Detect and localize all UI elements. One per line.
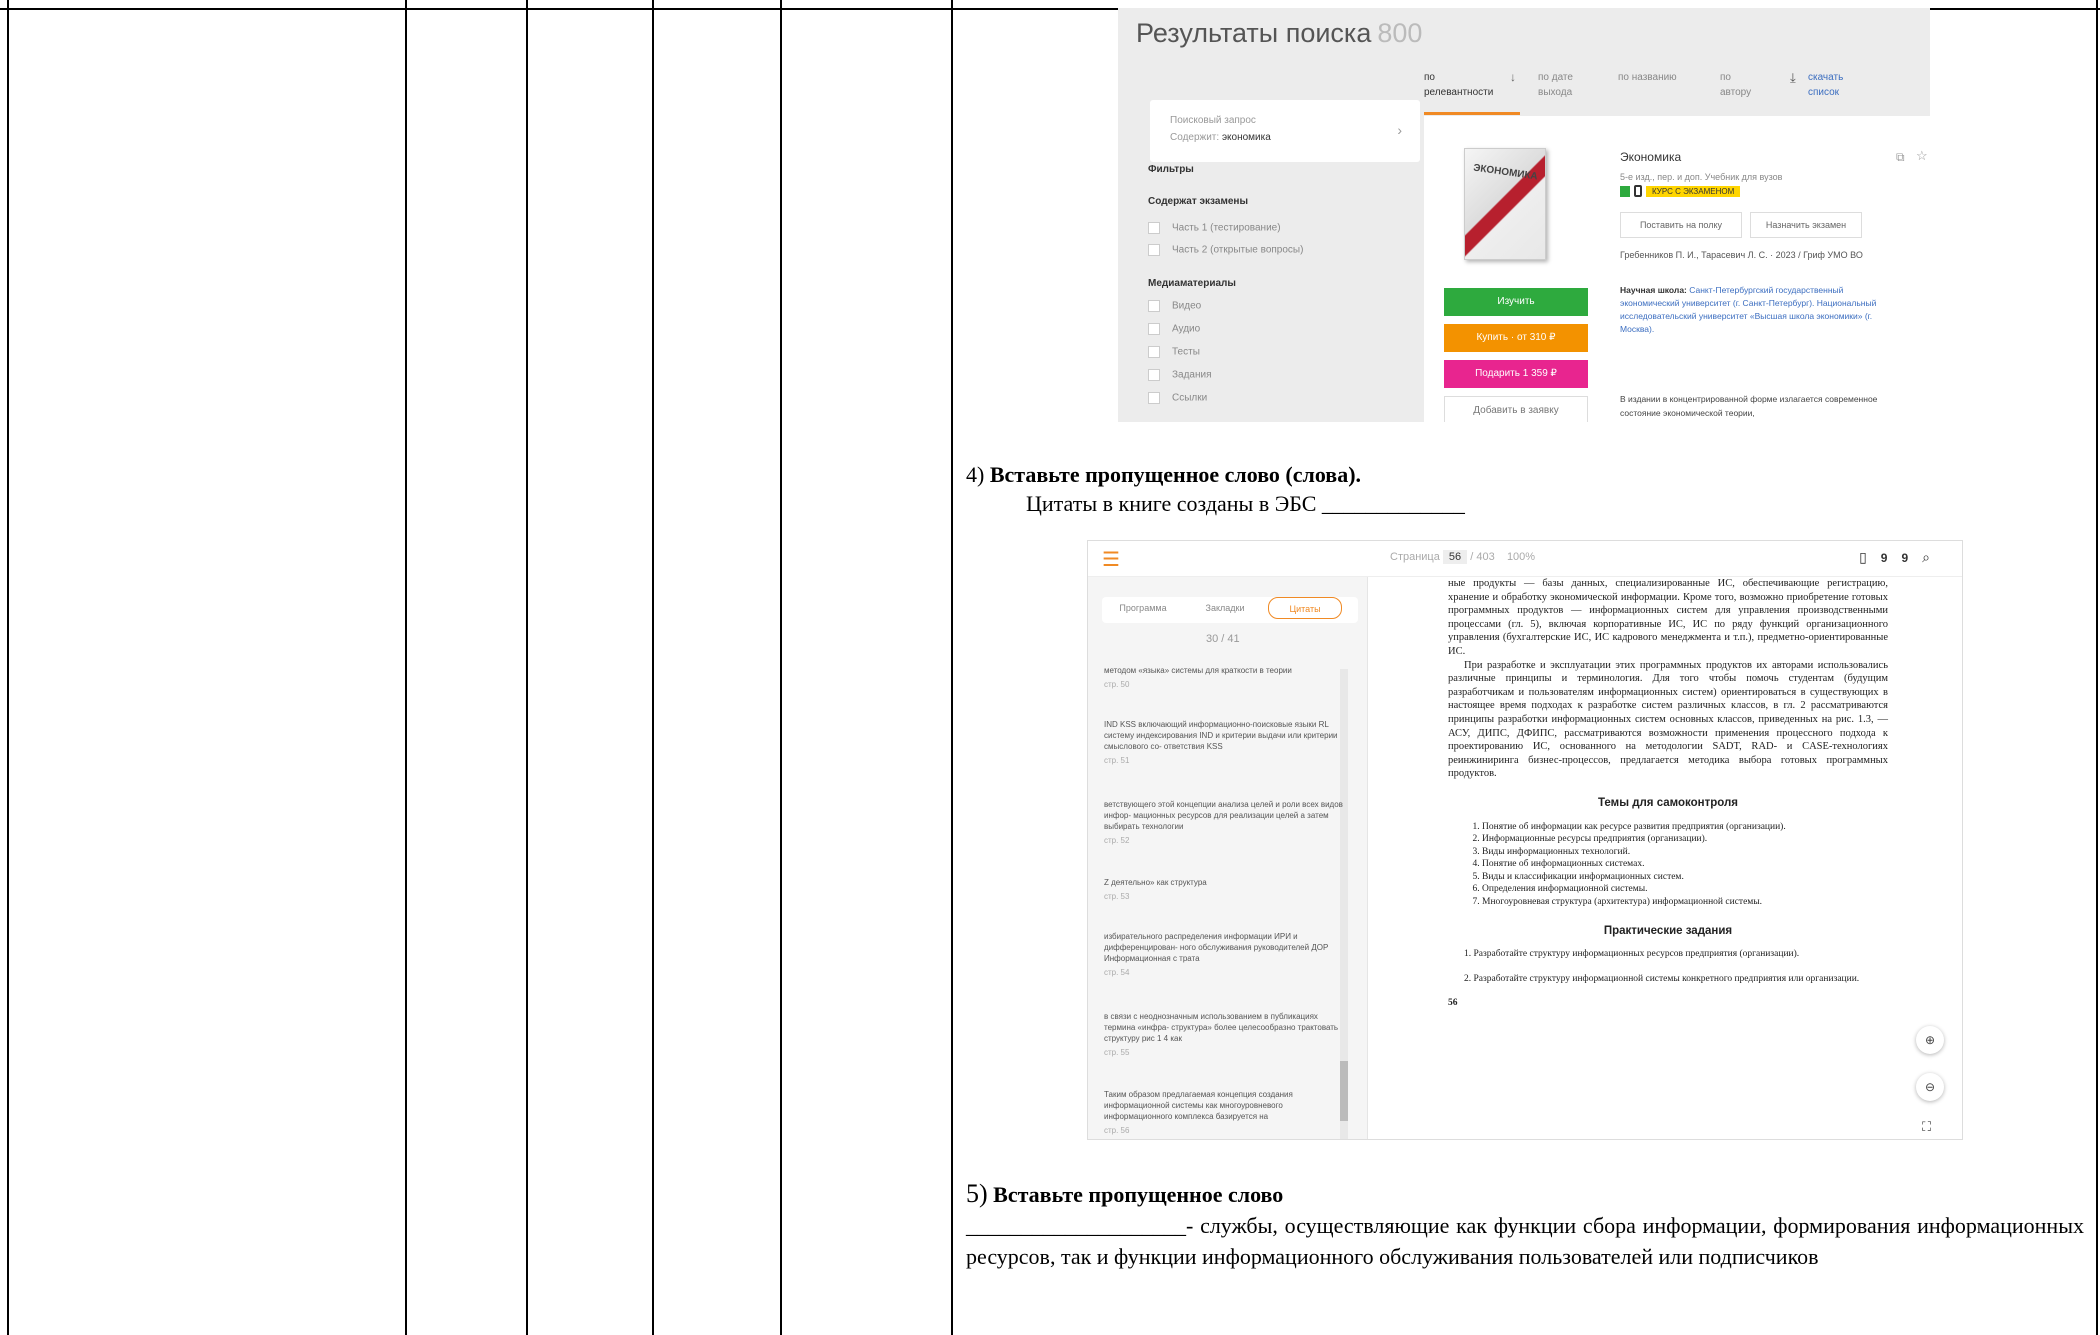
book-card: ЭКОНОМИКА Изучить Купить · от 310 ₽ Пода…	[1424, 116, 1930, 422]
search-title: Результаты поиска 800	[1136, 18, 1423, 48]
gift-button[interactable]: Подарить 1 359 ₽	[1444, 360, 1588, 388]
page-paragraph: При разработке и эксплуатации этих прогр…	[1448, 659, 1888, 780]
question-5-heading: 5) Вставьте пропущенное слово	[966, 1179, 1284, 1208]
citation-item[interactable]: в связи с неоднозначным использованием в…	[1104, 1011, 1350, 1058]
question-5-text: ____________________- службы, осуществля…	[966, 1213, 2084, 1269]
media-checkbox[interactable]: Аудио	[1148, 323, 1200, 335]
shelf-button[interactable]: Поставить на полку	[1620, 212, 1742, 238]
add-to-request-button[interactable]: Добавить в заявку	[1444, 396, 1588, 422]
sort-author[interactable]: по автору	[1720, 70, 1760, 100]
tab-program[interactable]: Программа	[1106, 597, 1180, 619]
citation-item[interactable]: избирательного распределения информации …	[1104, 931, 1350, 978]
query-prefix: Содержит:	[1170, 132, 1220, 143]
checkbox-icon	[1148, 244, 1160, 256]
table-column-border	[2096, 0, 2098, 1335]
table-column-border	[526, 0, 528, 1335]
quotes-icon[interactable]: 99	[1881, 551, 1922, 565]
exams-filter-title: Содержат экзамены	[1148, 196, 1248, 207]
quote-counter: 30 / 41	[1206, 633, 1240, 645]
page-number: 56	[1448, 998, 1458, 1009]
exam-checkbox[interactable]: Часть 1 (тестирование)	[1148, 222, 1281, 234]
copy-icon[interactable]: ⧉	[1896, 150, 1905, 165]
book-authors: Гребенников П. И., Тарасевич Л. С. · 202…	[1620, 250, 1863, 260]
filters-title: Фильтры	[1148, 164, 1194, 175]
citation-item[interactable]: IND KSS включающий информационно-поисков…	[1104, 719, 1350, 766]
checkbox-icon	[1148, 392, 1160, 404]
assign-exam-button[interactable]: Назначить экзамен	[1750, 212, 1862, 238]
table-column-border	[405, 0, 407, 1335]
table-column-border	[7, 0, 9, 1335]
page-paragraph: ные продукты — базы данных, специализиро…	[1448, 578, 1888, 657]
sort-relevance[interactable]: по релевантности	[1424, 70, 1504, 100]
bookmark-icon[interactable]: ▯	[1859, 549, 1881, 565]
question-4-heading: 4) Вставьте пропущенное слово (слова).	[966, 462, 1362, 487]
citation-item[interactable]: Z деятельно» как структура стр. 53	[1104, 877, 1350, 902]
exam-course-badge: КУРС С ЭКЗАМЕНОМ	[1646, 186, 1741, 197]
book-edition: 5-е изд., пер. и доп. Учебник для вузов	[1620, 172, 1783, 182]
media-checkbox[interactable]: Задания	[1148, 369, 1212, 381]
citation-item[interactable]: ветствующего этой концепции анализа целе…	[1104, 799, 1350, 846]
citation-item[interactable]: методом «языка» системы для краткости в …	[1104, 665, 1350, 690]
checkbox-icon	[1148, 369, 1160, 381]
tab-quotes[interactable]: Цитаты	[1268, 597, 1342, 619]
media-checkbox[interactable]: Тесты	[1148, 346, 1200, 358]
page-input[interactable]: 56	[1442, 550, 1468, 564]
media-filter-title: Медиаматериалы	[1148, 278, 1236, 289]
download-list-link[interactable]: скачать список	[1808, 70, 1852, 100]
book-description: В издании в концентрированной форме изла…	[1620, 394, 1878, 418]
menu-icon[interactable]: ☰	[1102, 547, 1120, 572]
active-sort-underline	[1424, 112, 1520, 115]
checkbox-icon	[1148, 222, 1160, 234]
toolbar-icons: ▯99⌕	[1859, 549, 1944, 566]
media-checkbox[interactable]: Ссылки	[1148, 392, 1207, 404]
practice-item: 1. Разработайте структуру информационных…	[1464, 949, 1800, 960]
media-checkbox[interactable]: Видео	[1148, 300, 1201, 312]
tab-bookmarks[interactable]: Закладки	[1188, 597, 1262, 619]
sort-direction-icon[interactable]: ↓	[1510, 70, 1516, 85]
query-value: экономика	[1221, 132, 1271, 143]
search-results-screenshot: Результаты поиска 800 по релевантности ↓ …	[1118, 8, 1930, 422]
book-title[interactable]: Экономика	[1620, 150, 1681, 164]
checkbox-icon	[1148, 323, 1160, 335]
book-page: ные продукты — базы данных, специализиро…	[1448, 577, 1888, 1137]
table-column-border	[951, 0, 953, 1335]
query-label: Поисковый запрос	[1170, 115, 1256, 126]
sort-date[interactable]: по дате выхода	[1538, 70, 1588, 100]
sort-title[interactable]: по названию	[1618, 70, 1678, 85]
star-icon[interactable]: ☆	[1916, 148, 1928, 164]
zoom-in-icon[interactable]: ⊕	[1916, 1026, 1944, 1054]
checkbox-icon	[1148, 346, 1160, 358]
mobile-icon	[1634, 185, 1642, 197]
book-reader-screenshot: ☰ Страница 56 / 403 100% ▯99⌕ Программа …	[1087, 540, 1963, 1140]
chevron-right-icon: ›	[1397, 122, 1402, 138]
fullscreen-icon[interactable]: ⛶	[1922, 1119, 1931, 1135]
study-button[interactable]: Изучить	[1444, 288, 1588, 316]
self-control-title: Темы для самоконтроля	[1597, 796, 1739, 809]
format-icon	[1620, 186, 1630, 197]
zoom-out-icon[interactable]: ⊖	[1916, 1073, 1944, 1101]
table-column-border	[780, 0, 782, 1335]
checkbox-icon	[1148, 300, 1160, 312]
self-control-list: Понятие об информации как ресурсе развит…	[1448, 821, 1888, 909]
question-4-sentence: Цитаты в книге созданы в ЭБС ___________…	[1026, 491, 1465, 516]
citation-item[interactable]: Таким образом предлагаемая концепция соз…	[1104, 1089, 1350, 1136]
book-cover[interactable]: ЭКОНОМИКА	[1464, 148, 1546, 260]
page-indicator: Страница 56 / 403 100%	[1390, 550, 1536, 564]
zoom-level: 100%	[1506, 551, 1536, 563]
exam-checkbox[interactable]: Часть 2 (открытые вопросы)	[1148, 244, 1303, 256]
reader-toolbar: ☰ Страница 56 / 403 100% ▯99⌕	[1088, 541, 1962, 577]
download-icon[interactable]: ⤓	[1790, 70, 1804, 85]
buy-button[interactable]: Купить · от 310 ₽	[1444, 324, 1588, 352]
book-school: Научная школа: Санкт-Петербургский госуд…	[1620, 285, 1877, 334]
search-query-box[interactable]: Поисковый запрос Содержит: экономика ›	[1150, 100, 1420, 162]
search-icon[interactable]: ⌕	[1922, 549, 1944, 565]
table-column-border	[652, 0, 654, 1335]
practice-item: 2. Разработайте структуру информационной…	[1464, 973, 1860, 984]
practice-title: Практические задания	[1603, 924, 1733, 937]
